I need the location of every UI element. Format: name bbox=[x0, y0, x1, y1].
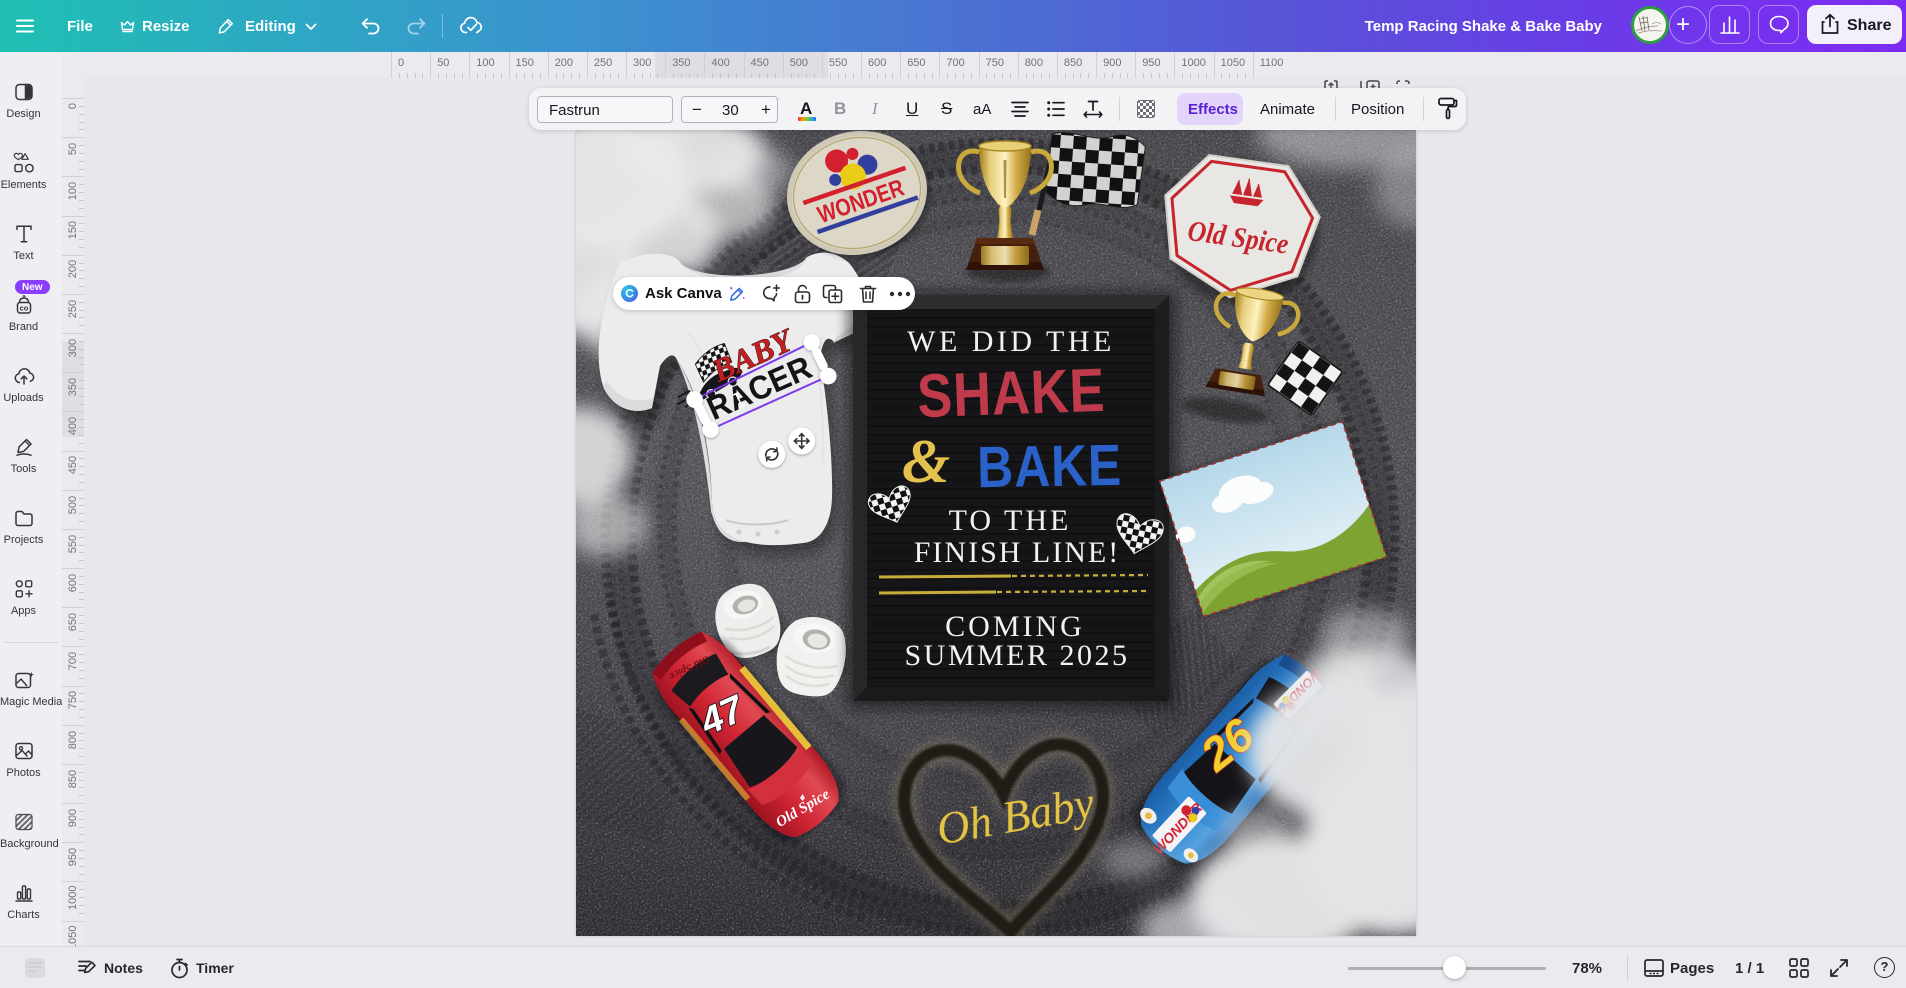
svg-text:co: co bbox=[19, 303, 28, 312]
svg-text:FINISH LINE!: FINISH LINE! bbox=[914, 536, 1120, 569]
svg-text:BAKE: BAKE bbox=[977, 433, 1123, 500]
svg-text:SHAKE: SHAKE bbox=[916, 356, 1106, 431]
svg-text:WE DID THE: WE DID THE bbox=[907, 325, 1115, 358]
svg-text:&: & bbox=[902, 428, 950, 496]
svg-text:SUMMER 2025: SUMMER 2025 bbox=[904, 639, 1129, 672]
svg-text:TO THE: TO THE bbox=[949, 504, 1072, 537]
